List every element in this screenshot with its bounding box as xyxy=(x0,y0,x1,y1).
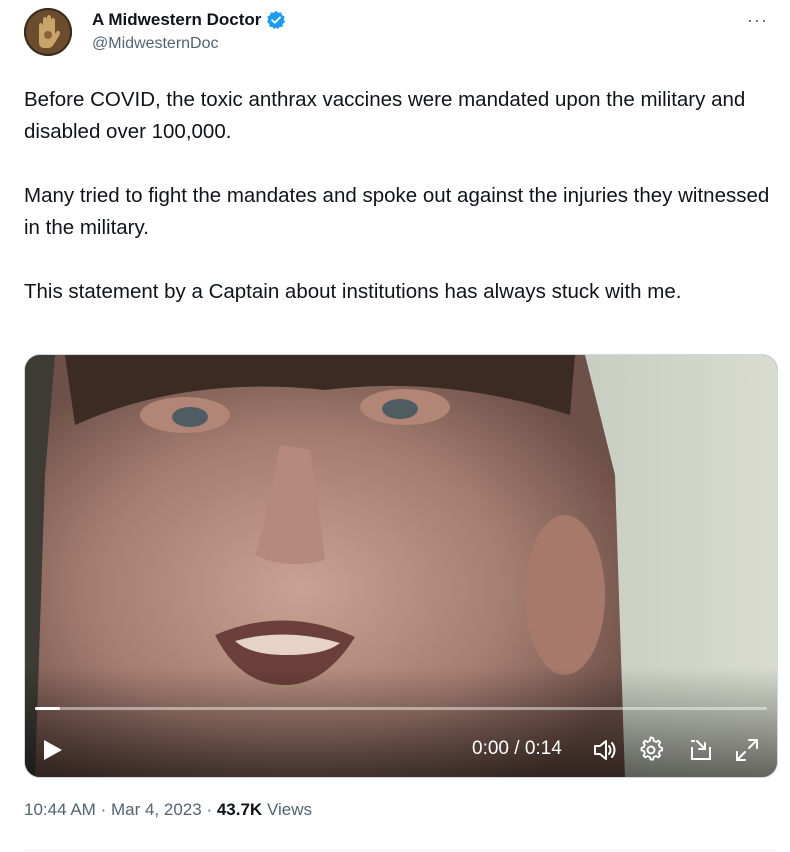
tweet-paragraph: This statement by a Captain about instit… xyxy=(24,280,682,303)
avatar-image xyxy=(24,8,72,56)
tweet-time[interactable]: 10:44 AM xyxy=(24,800,96,819)
fullscreen-icon[interactable] xyxy=(733,736,761,764)
tweet-text: Before COVID, the toxic anthrax vaccines… xyxy=(24,84,776,308)
author-display-name[interactable]: A Midwestern Doctor xyxy=(92,10,261,30)
video-timecode: 0:00 / 0:14 xyxy=(472,738,562,759)
avatar[interactable] xyxy=(24,8,72,56)
meta-separator: · xyxy=(206,800,213,819)
verified-badge-icon xyxy=(266,10,286,30)
tweet-meta: 10:44 AM · Mar 4, 2023 · 43.7K Views xyxy=(24,800,312,820)
volume-icon[interactable] xyxy=(591,736,619,764)
views-label: Views xyxy=(266,800,312,819)
tweet-paragraph: Many tried to fight the mandates and spo… xyxy=(24,184,770,239)
tweet: A Midwestern Doctor @MidwesternDoc ··· B… xyxy=(0,0,790,852)
author-block: A Midwestern Doctor @MidwesternDoc xyxy=(92,9,286,53)
divider xyxy=(24,850,776,851)
progress-bar[interactable] xyxy=(35,707,767,710)
pip-icon[interactable] xyxy=(687,736,715,764)
settings-icon[interactable] xyxy=(637,736,665,764)
tweet-paragraph: Before COVID, the toxic anthrax vaccines… xyxy=(24,88,746,143)
play-icon[interactable] xyxy=(39,737,65,763)
progress-bar-fill xyxy=(35,707,60,710)
video-player[interactable]: 0:00 / 0:14 xyxy=(24,354,778,778)
tweet-date[interactable]: Mar 4, 2023 xyxy=(111,800,202,819)
more-options-icon[interactable]: ··· xyxy=(747,10,768,31)
views-count: 43.7K xyxy=(216,800,263,819)
author-handle[interactable]: @MidwesternDoc xyxy=(92,35,286,53)
meta-separator: · xyxy=(100,800,107,819)
